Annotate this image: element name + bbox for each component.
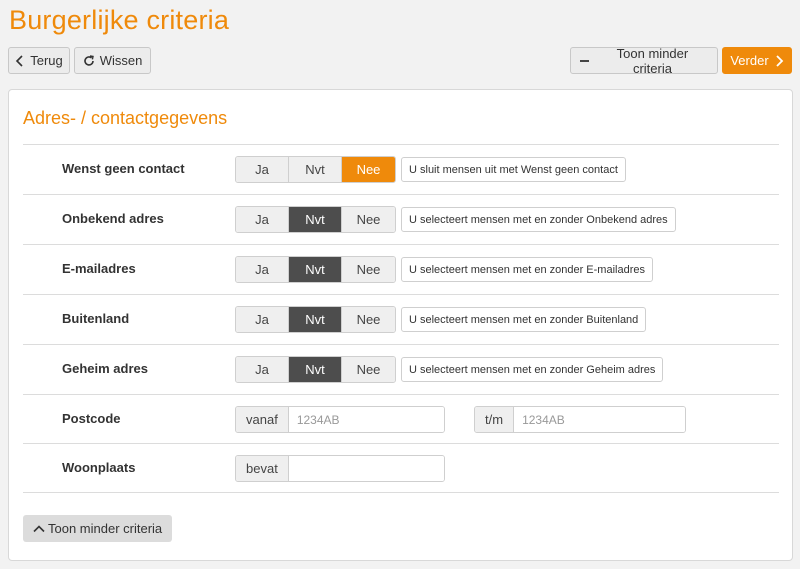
onbekend-adres-toggle-group: Ja Nvt Nee — [235, 206, 396, 233]
chevron-left-icon — [15, 54, 25, 67]
next-button[interactable]: Verder — [722, 47, 792, 74]
e-mailadres-option-nvt[interactable]: Nvt — [289, 257, 342, 282]
postcode-to-addon: t/m — [475, 407, 515, 432]
buitenland-option-nee[interactable]: Nee — [342, 307, 395, 332]
e-mailadres-label: E-mailadres — [62, 261, 136, 276]
e-mailadres-row: E-mailadres Ja Nvt Nee U selecteert mensen m… — [23, 244, 779, 294]
woonplaats-label: Woonplaats — [62, 460, 136, 475]
buitenland-toggle-group: Ja Nvt Nee — [235, 306, 396, 333]
wenst-geen-contact-hint: U sluit mensen uit met Wenst geen contac… — [401, 157, 626, 182]
show-less-criteria-label: Toon minder criteria — [48, 521, 163, 536]
onbekend-adres-option-nee[interactable]: Nee — [342, 207, 395, 232]
geheim-adres-row: Geheim adres Ja Nvt Nee U selecteert mensen … — [23, 344, 779, 394]
woonplaats-group: bevat — [235, 455, 445, 482]
wenst-geen-contact-option-nvt[interactable]: Nvt — [289, 157, 342, 182]
buitenland-hint: U selecteert mensen met en zonder Buiten… — [401, 307, 647, 332]
onbekend-adres-option-ja[interactable]: Ja — [236, 207, 289, 232]
woonplaats-addon: bevat — [236, 456, 289, 481]
buitenland-row: Buitenland Ja Nvt Nee U selecteert mensen me… — [23, 294, 779, 344]
postcode-row: Postcode vanaf t/m — [23, 394, 779, 444]
woonplaats-row: Woonplaats bevat — [23, 443, 779, 493]
geheim-adres-option-nvt[interactable]: Nvt — [289, 357, 342, 382]
show-less-criteria-button[interactable]: Toon minder criteria — [23, 515, 173, 542]
postcode-from-input[interactable] — [288, 407, 444, 432]
page-title: Burgerlijke criteria — [9, 5, 230, 35]
chevron-right-icon — [774, 54, 784, 67]
wenst-geen-contact-option-ja[interactable]: Ja — [236, 157, 289, 182]
wenst-geen-contact-row: Wenst geen contact Ja Nvt Nee U sluit mensen… — [23, 144, 779, 194]
bottom-divider — [23, 492, 779, 493]
buitenland-option-nvt[interactable]: Nvt — [289, 307, 342, 332]
e-mailadres-hint: U selecteert mensen met en zonder E-mail… — [401, 257, 653, 282]
refresh-icon — [83, 54, 95, 67]
show-less-criteria-top-button[interactable]: Toon minder criteria — [570, 45, 718, 76]
postcode-from-group: vanaf — [235, 406, 445, 433]
postcode-to-group: t/m — [474, 406, 686, 433]
woonplaats-input[interactable] — [288, 456, 444, 481]
onbekend-adres-option-nvt[interactable]: Nvt — [289, 207, 342, 232]
back-button[interactable]: Terug — [8, 47, 70, 74]
geheim-adres-label: Geheim adres — [62, 361, 148, 376]
buitenland-label: Buitenland — [62, 311, 130, 326]
geheim-adres-toggle-group: Ja Nvt Nee — [235, 356, 396, 383]
chevron-up-icon — [33, 523, 45, 535]
show-less-criteria-top-label: Toon minder criteria — [616, 45, 689, 76]
e-mailadres-toggle-group: Ja Nvt Nee — [235, 256, 396, 283]
postcode-from-addon: vanaf — [236, 407, 289, 432]
wenst-geen-contact-toggle-group: Ja Nvt Nee — [235, 156, 396, 183]
geheim-adres-option-nee[interactable]: Nee — [342, 357, 395, 382]
wenst-geen-contact-label: Wenst geen contact — [62, 161, 185, 176]
onbekend-adres-label: Onbekend adres — [62, 211, 164, 226]
onbekend-adres-hint: U selecteert mensen met en zonder Onbeke… — [401, 207, 676, 232]
postcode-to-input[interactable] — [514, 407, 685, 432]
clear-button[interactable]: Wissen — [74, 47, 151, 74]
postcode-label: Postcode — [62, 411, 121, 426]
address-contact-panel: Adres- / contactgegevens Wenst geen cont… — [8, 89, 793, 561]
e-mailadres-option-ja[interactable]: Ja — [236, 257, 289, 282]
clear-button-label: Wissen — [99, 53, 143, 68]
buitenland-option-ja[interactable]: Ja — [236, 307, 289, 332]
e-mailadres-option-nee[interactable]: Nee — [342, 257, 395, 282]
wenst-geen-contact-option-nee[interactable]: Nee — [342, 157, 395, 182]
minus-icon — [579, 55, 591, 67]
geheim-adres-option-ja[interactable]: Ja — [236, 357, 289, 382]
geheim-adres-hint: U selecteert mensen met en zonder Geheim… — [401, 357, 664, 382]
back-button-label: Terug — [30, 53, 63, 68]
next-button-label: Verder — [730, 53, 769, 68]
panel-title: Adres- / contactgegevens — [23, 108, 228, 128]
onbekend-adres-row: Onbekend adres Ja Nvt Nee U selecteert mense… — [23, 194, 779, 244]
